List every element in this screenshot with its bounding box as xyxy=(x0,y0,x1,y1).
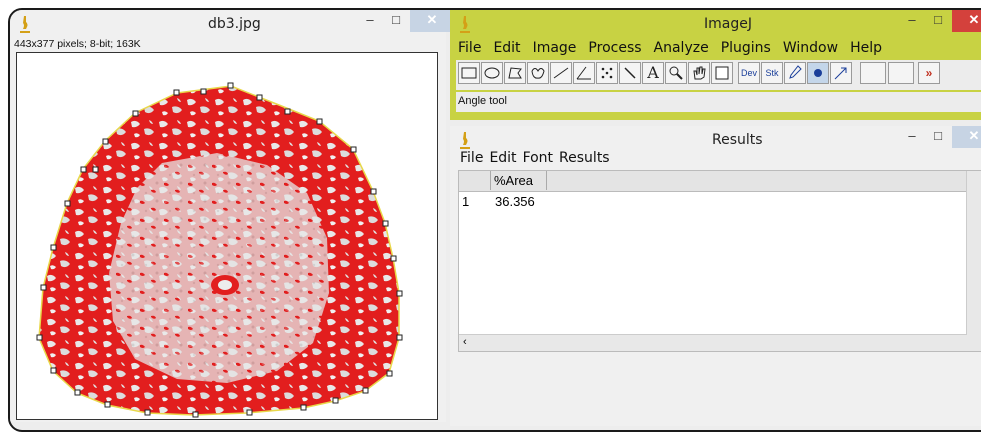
maximize-button[interactable]: □ xyxy=(924,10,952,32)
menu-process[interactable]: Process xyxy=(588,40,641,56)
imagej-main-window: ImageJ – □ ✕ File Edit Image Process Analyze… xyxy=(450,10,981,120)
menu-edit[interactable]: Edit xyxy=(489,150,516,166)
minimize-button[interactable]: – xyxy=(898,126,926,148)
brush-tool-icon[interactable] xyxy=(784,62,806,84)
status-bar: Angle tool xyxy=(456,92,981,112)
table-row[interactable]: 1 36.356 xyxy=(459,192,981,210)
horizontal-scrollbar[interactable]: ‹ xyxy=(459,334,967,351)
results-menubar: File Edit Font Results xyxy=(460,150,981,168)
color-picker-tool-icon[interactable] xyxy=(711,62,733,84)
menu-file[interactable]: File xyxy=(458,40,481,56)
selected-tool-icon[interactable] xyxy=(807,62,829,84)
menu-results[interactable]: Results xyxy=(559,150,610,166)
maximize-button[interactable]: □ xyxy=(382,10,410,32)
close-button[interactable]: ✕ xyxy=(952,10,981,32)
rectangle-tool-icon[interactable] xyxy=(458,62,480,84)
magnifier-tool-icon[interactable] xyxy=(665,62,687,84)
blank-tool-slot[interactable] xyxy=(860,62,886,84)
more-tools-button[interactable]: » xyxy=(918,62,940,84)
menu-file[interactable]: File xyxy=(460,150,483,166)
image-window-title: db3.jpg xyxy=(208,16,261,32)
imagej-menubar: File Edit Image Process Analyze Plugins Window… xyxy=(458,40,981,58)
results-window: Results – □ ✕ File Edit Font Results %Area … xyxy=(450,126,981,426)
row-index: 1 xyxy=(462,194,470,209)
close-button[interactable]: ✕ xyxy=(410,10,454,32)
results-title: Results xyxy=(712,132,763,148)
stk-tool-button[interactable]: Stk xyxy=(761,62,783,84)
imagej-app-icon xyxy=(460,16,470,33)
close-button[interactable]: ✕ xyxy=(952,126,981,148)
freehand-tool-icon[interactable] xyxy=(527,62,549,84)
thresholded-image[interactable] xyxy=(17,53,437,419)
hand-tool-icon[interactable] xyxy=(688,62,710,84)
maximize-button[interactable]: □ xyxy=(924,126,952,148)
arrow-tool-icon[interactable] xyxy=(830,62,852,84)
multipoint-tool-icon[interactable] xyxy=(596,62,618,84)
menu-image[interactable]: Image xyxy=(533,40,577,56)
menu-font[interactable]: Font xyxy=(523,150,553,166)
image-window-titlebar[interactable]: db3.jpg – □ ✕ xyxy=(10,10,454,38)
imagej-app-icon xyxy=(460,132,470,149)
minimize-button[interactable]: – xyxy=(356,10,384,32)
column-header-index[interactable] xyxy=(459,171,491,190)
menu-edit[interactable]: Edit xyxy=(493,40,520,56)
minimize-button[interactable]: – xyxy=(898,10,926,32)
blank-tool-slot[interactable] xyxy=(888,62,914,84)
column-header-area[interactable]: %Area xyxy=(491,171,547,190)
text-tool-icon[interactable]: A xyxy=(642,62,664,84)
oval-tool-icon[interactable] xyxy=(481,62,503,84)
polygon-tool-icon[interactable] xyxy=(504,62,526,84)
menu-plugins[interactable]: Plugins xyxy=(721,40,771,56)
menu-window[interactable]: Window xyxy=(783,40,838,56)
imagej-titlebar[interactable]: ImageJ – □ ✕ xyxy=(450,10,981,38)
results-table[interactable]: %Area 1 36.356 ‹ xyxy=(458,170,981,352)
area-value: 36.356 xyxy=(495,194,535,209)
angle-tool-icon[interactable] xyxy=(573,62,595,84)
image-info-label: 443x377 pixels; 8-bit; 163K xyxy=(14,38,141,50)
vertical-scrollbar[interactable] xyxy=(966,171,981,351)
dev-tool-button[interactable]: Dev xyxy=(738,62,760,84)
scroll-left-icon[interactable]: ‹ xyxy=(463,336,467,348)
wand-tool-icon[interactable] xyxy=(619,62,641,84)
line-tool-icon[interactable] xyxy=(550,62,572,84)
menu-analyze[interactable]: Analyze xyxy=(654,40,709,56)
image-window: db3.jpg – □ ✕ 443x377 pixels; 8-bit; 163… xyxy=(10,10,454,422)
table-header: %Area xyxy=(459,171,981,192)
imagej-title: ImageJ xyxy=(704,16,752,32)
imagej-app-icon xyxy=(20,16,30,33)
image-canvas[interactable] xyxy=(16,52,438,420)
menu-help[interactable]: Help xyxy=(850,40,882,56)
desktop-frame: db3.jpg – □ ✕ 443x377 pixels; 8-bit; 163… xyxy=(8,8,981,432)
tool-bar: A Dev Stk » xyxy=(456,60,981,90)
